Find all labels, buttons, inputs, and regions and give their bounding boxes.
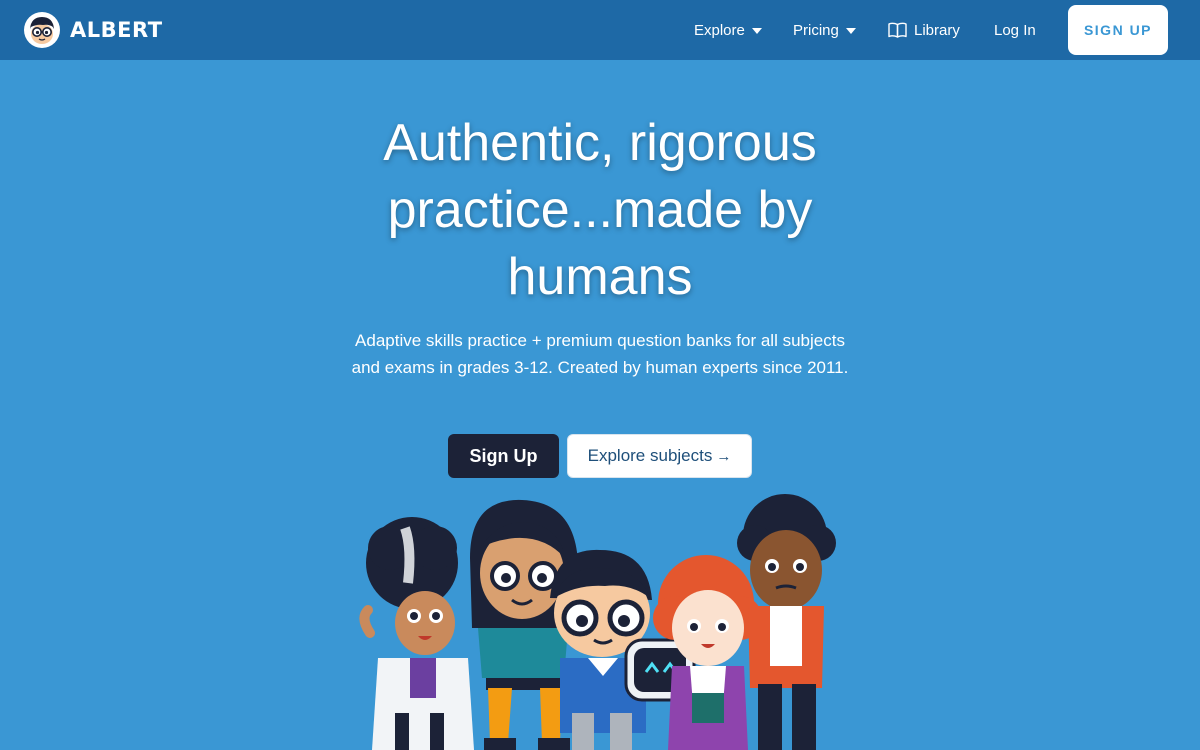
book-icon [888, 22, 907, 38]
scientist-character [359, 517, 474, 750]
curly-hair-character [737, 494, 836, 750]
signup-button-top[interactable]: SIGN UP [1068, 5, 1168, 55]
chevron-down-icon [845, 28, 856, 34]
nav-explore[interactable]: Explore [694, 0, 762, 60]
nav-login-label: Log In [994, 21, 1036, 39]
top-navbar: ALBERT Explore Pricing Library Log In SI… [0, 0, 1200, 60]
nav-library-label: Library [914, 21, 960, 39]
nav-library[interactable]: Library [888, 0, 960, 60]
nav-explore-label: Explore [694, 21, 745, 39]
nav-pricing-label: Pricing [793, 21, 839, 39]
nav-login[interactable]: Log In [994, 0, 1036, 60]
signup-cta-button[interactable]: Sign Up [448, 434, 559, 478]
explore-subjects-button[interactable]: Explore subjects → [567, 434, 752, 478]
chevron-down-icon [751, 28, 762, 34]
brand-name: ALBERT [70, 18, 163, 42]
characters-illustration [359, 494, 836, 750]
arrow-right-icon: → [716, 447, 732, 465]
albert-mascot-icon [24, 12, 60, 48]
explore-subjects-label: Explore subjects [587, 446, 713, 465]
nav-pricing[interactable]: Pricing [793, 0, 856, 60]
brand-logo[interactable]: ALBERT [24, 12, 163, 48]
hero-title: Authentic, rigorous practice...made by h… [383, 114, 817, 306]
hero-subtitle: Adaptive skills practice + premium quest… [351, 331, 849, 377]
